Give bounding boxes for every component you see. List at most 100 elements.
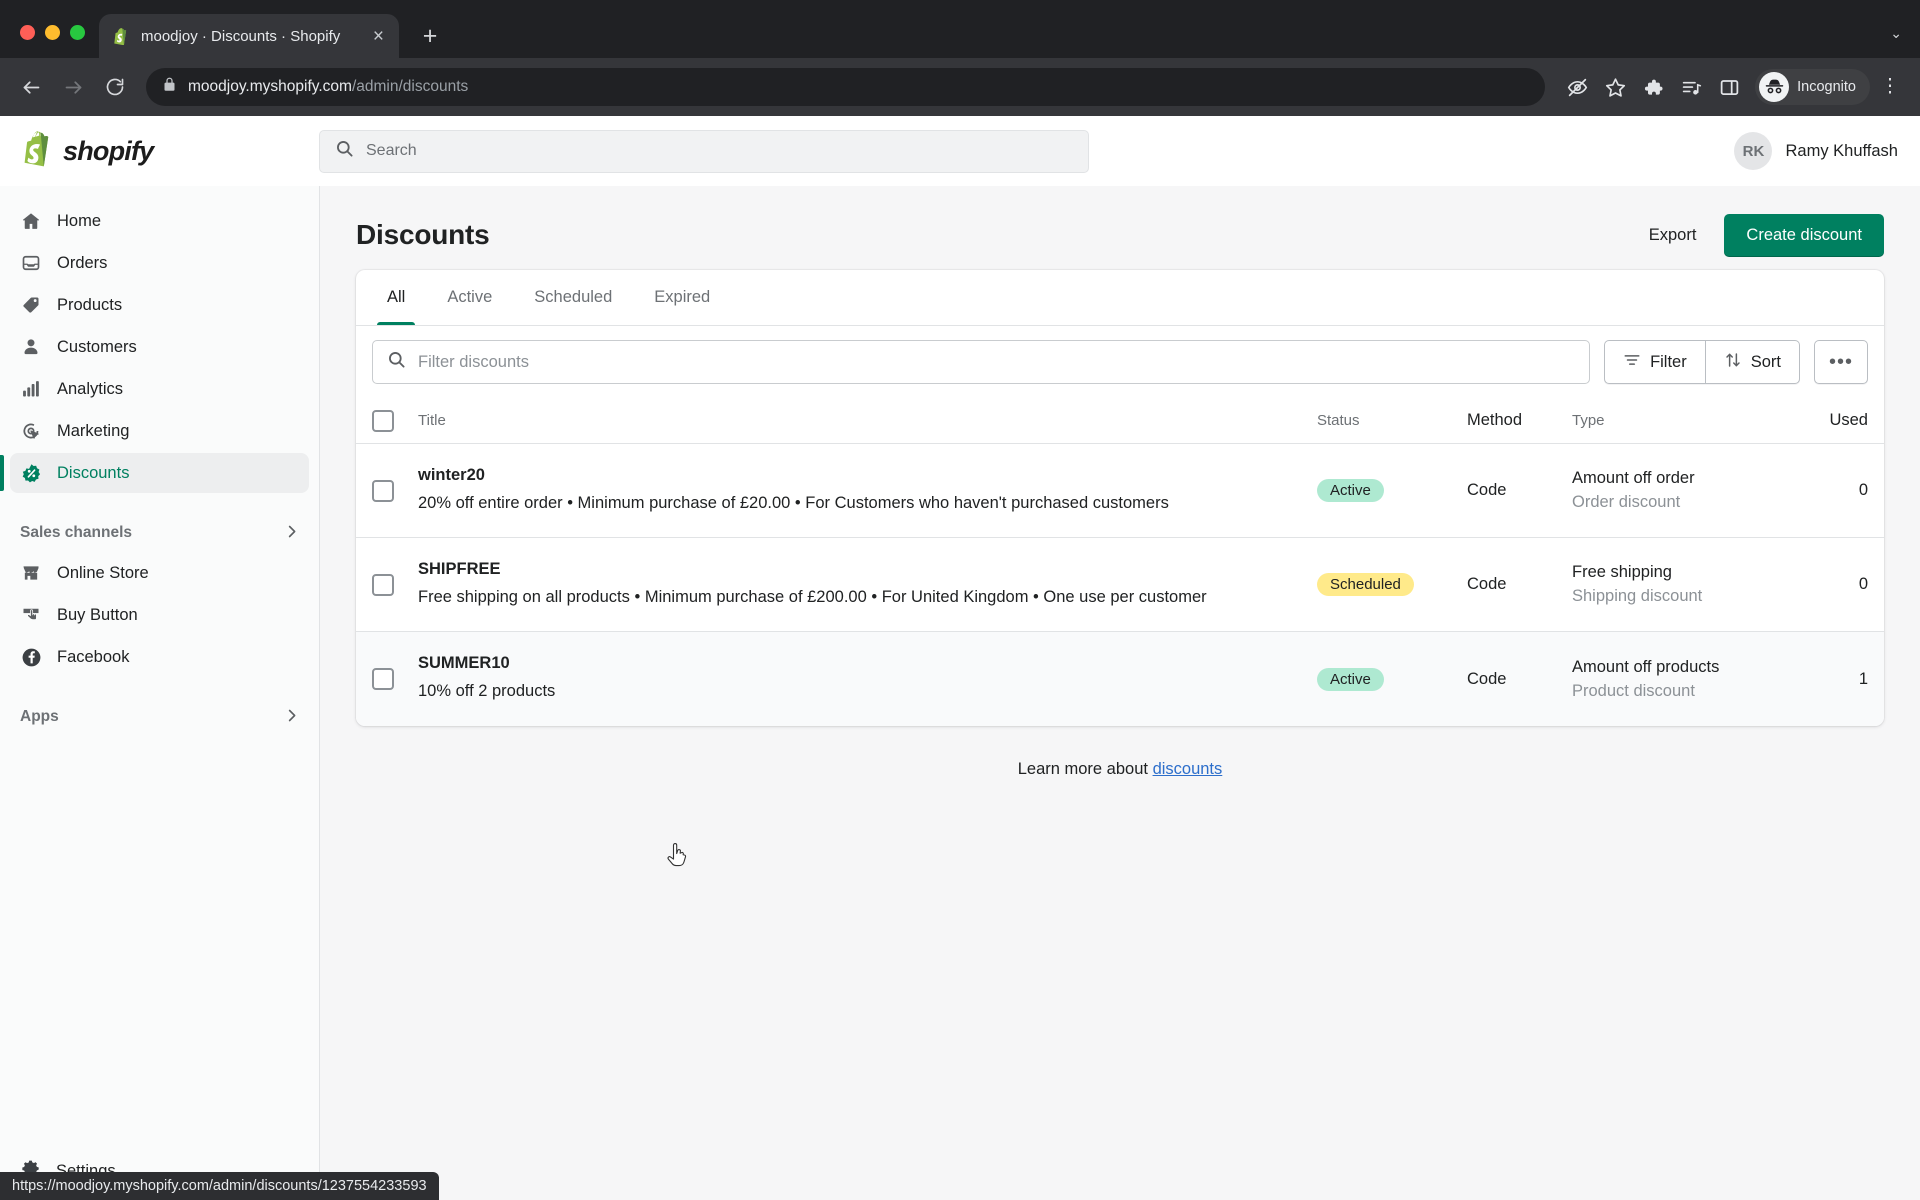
media-playlist-icon[interactable]: [1673, 69, 1709, 105]
table-row[interactable]: winter20 20% off entire order • Minimum …: [356, 444, 1884, 538]
close-tab-button[interactable]: ×: [370, 27, 387, 46]
reload-button[interactable]: [96, 68, 134, 106]
export-button[interactable]: Export: [1639, 218, 1707, 253]
table-header-row: Title Status Method Type Used: [356, 398, 1884, 444]
star-icon[interactable]: [1597, 69, 1633, 105]
tab-search-chevron-down-icon[interactable]: ⌄: [1890, 25, 1902, 42]
more-actions-button[interactable]: •••: [1814, 340, 1868, 384]
address-bar[interactable]: moodjoy.myshopify.com/admin/discounts: [146, 68, 1546, 106]
minimize-window-button[interactable]: [45, 25, 60, 40]
tab-label: All: [387, 288, 406, 306]
page-actions: Export Create discount: [1639, 213, 1884, 257]
column-header-status: Status: [1317, 412, 1360, 429]
status-badge: Active: [1317, 479, 1384, 502]
shopify-wordmark: shopify: [63, 135, 154, 166]
select-all-checkbox[interactable]: [372, 409, 394, 432]
new-tab-button[interactable]: +: [413, 19, 447, 53]
sidebar-item-home[interactable]: Home: [10, 201, 309, 241]
lock-icon: [162, 77, 177, 97]
sidebar-item-marketing[interactable]: Marketing: [10, 411, 309, 451]
sidebar-section-apps[interactable]: Apps: [10, 698, 309, 736]
sidebar-item-label: Facebook: [57, 647, 130, 666]
close-window-button[interactable]: [20, 25, 35, 40]
discounts-card: All Active Scheduled Expired Filter disc…: [356, 270, 1884, 726]
sidebar-item-analytics[interactable]: Analytics: [10, 369, 309, 409]
global-search-input[interactable]: Search: [319, 129, 1089, 173]
discounts-help-link[interactable]: discounts: [1153, 760, 1223, 778]
shopify-logo[interactable]: shopify: [24, 130, 319, 172]
row-checkbox[interactable]: [372, 479, 394, 502]
sort-button[interactable]: Sort: [1705, 340, 1800, 384]
table-row[interactable]: SHIPFREE Free shipping on all products •…: [356, 538, 1884, 632]
user-menu[interactable]: RK Ramy Khuffash: [1734, 132, 1898, 170]
url-path: /admin/discounts: [351, 78, 469, 95]
filter-discounts-search[interactable]: [372, 340, 1591, 384]
chevron-right-icon: [284, 708, 299, 726]
address-bar-url: moodjoy.myshopify.com/admin/discounts: [188, 78, 468, 96]
avatar: RK: [1734, 132, 1773, 170]
filter-icon: [1623, 351, 1641, 374]
eye-off-icon[interactable]: [1559, 69, 1595, 105]
browser-window: moodjoy · Discounts · Shopify × + ⌄ mood…: [0, 0, 1920, 1200]
create-discount-button[interactable]: Create discount: [1724, 213, 1884, 257]
sidebar-item-online-store[interactable]: Online Store: [10, 553, 309, 593]
browser-tab-strip: moodjoy · Discounts · Shopify × + ⌄: [0, 0, 1920, 58]
sidebar-section-sales-channels[interactable]: Sales channels: [10, 514, 309, 552]
row-checkbox[interactable]: [372, 573, 394, 596]
row-checkbox[interactable]: [372, 668, 394, 690]
discount-description: 10% off 2 products: [418, 682, 556, 701]
learn-more-text: Learn more about: [1017, 760, 1153, 778]
discount-type-sub: Product discount: [1572, 681, 1695, 700]
sidebar-item-customers[interactable]: Customers: [10, 327, 309, 367]
tab-all[interactable]: All: [369, 270, 423, 325]
profile-button[interactable]: Incognito: [1755, 69, 1870, 105]
marketing-target-icon: [20, 420, 42, 442]
toolbar-icons: Incognito ⋮: [1559, 69, 1908, 105]
forward-button[interactable]: [54, 68, 92, 106]
sidebar-item-products[interactable]: Products: [10, 285, 309, 325]
sidebar-item-facebook[interactable]: Facebook: [10, 637, 309, 677]
sidebar-item-label: Marketing: [57, 421, 130, 440]
row-method-cell: Code: [1467, 669, 1507, 688]
page-viewport: shopify Search RK Ramy Khuffash Home Ord…: [0, 116, 1920, 1200]
split-panel-icon[interactable]: [1711, 69, 1747, 105]
table-row[interactable]: SUMMER10 10% off 2 products Active Code …: [356, 632, 1884, 726]
discount-type: Free shipping: [1572, 563, 1672, 581]
puzzle-icon[interactable]: [1635, 69, 1671, 105]
browser-tab-title: moodjoy · Discounts · Shopify: [141, 27, 341, 45]
tab-expired[interactable]: Expired: [636, 270, 728, 325]
tab-active[interactable]: Active: [429, 270, 510, 325]
row-status-cell: Active: [1317, 667, 1467, 691]
kebab-glyph: ⋮: [1880, 76, 1900, 98]
sidebar-item-buy-button[interactable]: Buy Button: [10, 595, 309, 635]
tab-scheduled[interactable]: Scheduled: [516, 270, 630, 325]
row-method-cell: Code: [1467, 481, 1507, 499]
column-header-title: Title: [418, 412, 446, 429]
three-dot-menu-icon[interactable]: ⋮: [1872, 69, 1908, 105]
row-type-cell: Amount off products Product discount: [1572, 658, 1802, 701]
filter-button[interactable]: Filter: [1604, 340, 1706, 384]
row-used-cell: 1: [1858, 669, 1868, 688]
sort-arrows-icon: [1724, 351, 1742, 374]
discount-code: SUMMER10: [418, 654, 510, 673]
buy-button-icon: [20, 604, 42, 626]
sidebar-item-orders[interactable]: Orders: [10, 243, 309, 283]
sidebar-item-discounts[interactable]: Discounts: [0, 453, 309, 493]
shopify-favicon-icon: [113, 27, 131, 45]
orders-inbox-icon: [20, 252, 42, 274]
sidebar-section-label: Apps: [20, 708, 59, 725]
row-status-cell: Scheduled: [1317, 573, 1467, 596]
facebook-icon: [20, 646, 42, 668]
back-button[interactable]: [12, 68, 50, 106]
discount-code: SHIPFREE: [418, 559, 501, 578]
row-type-cell: Amount off order Order discount: [1572, 469, 1802, 512]
chevron-right-icon: [284, 524, 299, 542]
sidebar-item-label: Products: [57, 295, 123, 314]
column-header-method: Method: [1467, 411, 1523, 429]
search-input[interactable]: [418, 352, 1576, 372]
select-all-cell: [372, 409, 418, 432]
discount-description: 20% off entire order • Minimum purchase …: [418, 493, 1169, 512]
maximize-window-button[interactable]: [70, 25, 85, 40]
browser-tab[interactable]: moodjoy · Discounts · Shopify ×: [99, 14, 399, 58]
